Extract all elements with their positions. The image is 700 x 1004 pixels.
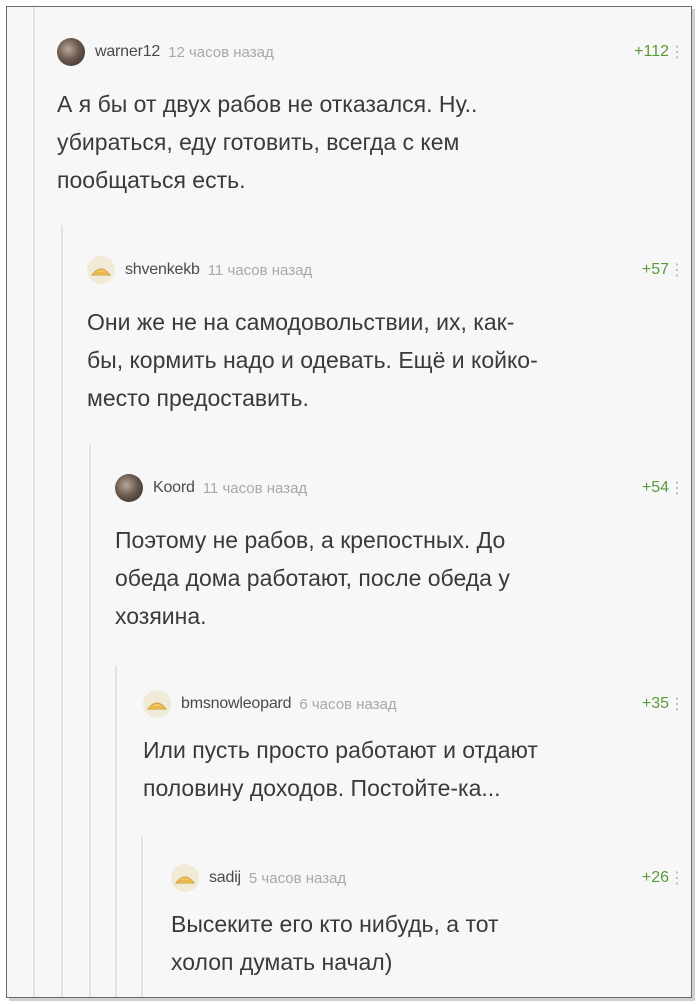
comment-rating: +35 bbox=[641, 695, 669, 712]
comment-header: warner12 12 часов назад +112 ⋮ bbox=[57, 37, 691, 67]
comment-text-line: половину доходов. Постойте-ка... bbox=[143, 775, 501, 801]
more-options-icon[interactable]: ⋮ bbox=[669, 478, 685, 498]
comment-text: Или пусть просто работают и отдают полов… bbox=[143, 731, 538, 807]
comment-header: sadij 5 часов назад +26 ⋮ bbox=[171, 863, 691, 893]
comment-author[interactable]: warner12 bbox=[95, 43, 160, 61]
comment-author[interactable]: bmsnowleopard bbox=[181, 695, 292, 713]
comment-time[interactable]: 6 часов назад bbox=[299, 696, 396, 713]
comments-thread: warner12 12 часов назад +112 ⋮ А я бы от… bbox=[6, 6, 692, 998]
comment-text-line: А я бы от двух рабов не отказался. Ну.. bbox=[57, 91, 478, 117]
thread-line bbox=[89, 445, 91, 997]
thread-line bbox=[141, 837, 143, 997]
comment-header: shvenkekb 11 часов назад +57 ⋮ bbox=[87, 255, 691, 285]
comment-text-line: холоп думать начал) bbox=[171, 949, 393, 975]
user-photo-avatar[interactable] bbox=[57, 38, 85, 66]
comment: bmsnowleopard 6 часов назад +35 ⋮ Или пу… bbox=[143, 689, 691, 829]
comment-text: А я бы от двух рабов не отказался. Ну.. … bbox=[57, 85, 477, 199]
comment-time[interactable]: 11 часов назад bbox=[203, 480, 307, 497]
comment: sadij 5 часов назад +26 ⋮ Высеките его к… bbox=[171, 863, 691, 993]
comment-rating: +26 bbox=[641, 869, 669, 886]
thread-line bbox=[61, 225, 63, 997]
comment-author[interactable]: shvenkekb bbox=[125, 261, 200, 279]
more-options-icon[interactable]: ⋮ bbox=[669, 868, 685, 888]
more-options-icon[interactable]: ⋮ bbox=[669, 260, 685, 280]
comment: Koord 11 часов назад +54 ⋮ Поэтому не ра… bbox=[115, 473, 691, 653]
comment-text-line: Они же не на самодовольствии, их, как- bbox=[87, 309, 515, 335]
comment-text-line: бы, кормить надо и одевать. Ещё и койко- bbox=[87, 347, 538, 373]
comment-text: Поэтому не рабов, а крепостных. До обеда… bbox=[115, 521, 510, 635]
thread-line bbox=[33, 7, 35, 997]
comment-author[interactable]: Koord bbox=[153, 479, 195, 497]
comment: shvenkekb 11 часов назад +57 ⋮ Они же не… bbox=[87, 255, 691, 435]
comment: warner12 12 часов назад +112 ⋮ А я бы от… bbox=[57, 37, 691, 217]
comment-text-line: Или пусть просто работают и отдают bbox=[143, 737, 538, 763]
comment-time[interactable]: 12 часов назад bbox=[168, 44, 274, 61]
comment-text-line: пообщаться есть. bbox=[57, 167, 246, 193]
comment-rating: +112 bbox=[634, 43, 669, 60]
comment-rating: +57 bbox=[641, 261, 669, 278]
comment-text-line: убираться, еду готовить, всегда с кем bbox=[57, 129, 460, 155]
comment-text: Они же не на самодовольствии, их, как- б… bbox=[87, 303, 538, 417]
comment-text-line: хозяина. bbox=[115, 603, 207, 629]
comment-rating: +54 bbox=[641, 479, 669, 496]
thread-line bbox=[115, 665, 117, 997]
comment-text-line: Поэтому не рабов, а крепостных. До bbox=[115, 527, 506, 553]
more-options-icon[interactable]: ⋮ bbox=[669, 694, 685, 714]
default-avatar-icon[interactable] bbox=[87, 256, 115, 284]
comment-text-line: обеда дома работают, после обеда у bbox=[115, 565, 510, 591]
comment-text: Высеките его кто нибудь, а тот холоп дум… bbox=[171, 905, 499, 981]
user-photo-avatar[interactable] bbox=[115, 474, 143, 502]
more-options-icon[interactable]: ⋮ bbox=[669, 42, 685, 62]
comment-author[interactable]: sadij bbox=[209, 869, 241, 887]
comment-header: Koord 11 часов назад +54 ⋮ bbox=[115, 473, 691, 503]
comment-text-line: место предоставить. bbox=[87, 385, 309, 411]
comment-header: bmsnowleopard 6 часов назад +35 ⋮ bbox=[143, 689, 691, 719]
comment-time[interactable]: 11 часов назад bbox=[208, 262, 312, 279]
default-avatar-icon[interactable] bbox=[171, 864, 199, 892]
default-avatar-icon[interactable] bbox=[143, 690, 171, 718]
comment-time[interactable]: 5 часов назад bbox=[249, 870, 346, 887]
comment-text-line: Высеките его кто нибудь, а тот bbox=[171, 911, 499, 937]
